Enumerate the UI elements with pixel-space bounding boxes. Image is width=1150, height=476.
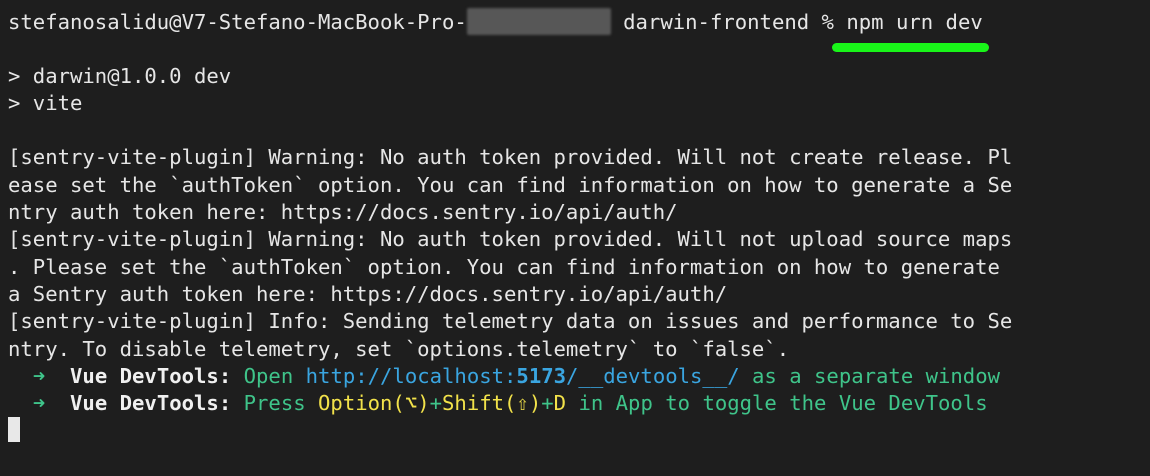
highlighted-command: npm urn dev (832, 9, 989, 53)
url-prefix: http://localhost: (305, 363, 517, 388)
d-key: D (553, 391, 567, 416)
sentry-output-line: [sentry-vite-plugin] Warning: No auth to… (8, 227, 1013, 252)
sentry-output-line: a Sentry auth token here: https://docs.s… (8, 281, 728, 306)
sentry-output-line: ease set the `authToken` option. You can… (8, 172, 1013, 197)
plus-sign: + (429, 391, 443, 416)
arrow-icon: ➜ (32, 363, 46, 388)
prompt-symbol: % (821, 10, 834, 34)
terminal-cursor[interactable] (8, 417, 20, 443)
url-port: 5173 (516, 363, 567, 388)
plus-sign: + (541, 391, 554, 416)
devtools-press-text: Press (243, 391, 306, 416)
url-suffix: /__devtools__/ (566, 363, 740, 388)
devtools-label: Vue DevTools: (70, 363, 232, 388)
cursor-line (8, 417, 1150, 444)
prompt-user-host: stefanosalidu@V7-Stefano-MacBook-Pro- (8, 10, 467, 34)
devtools-url-link[interactable]: http://localhost:5173/__devtools__/ (306, 364, 740, 388)
sentry-output-line: ntry auth token here: https://docs.sentr… (8, 200, 678, 225)
arrow-icon: ➜ (32, 391, 46, 416)
devtools-toggle-line: ➜ Vue DevTools: Press Option(⌥)+Shift(⇧)… (8, 390, 1150, 417)
command-text: npm urn dev (846, 10, 983, 34)
devtools-label: Vue DevTools: (70, 391, 232, 416)
redacted-hostname (466, 8, 611, 35)
sentry-output-line: ntry. To disable telemetry, set `options… (8, 336, 790, 361)
shift-key: Shift(⇧) (442, 391, 542, 416)
prompt-directory: darwin-frontend (623, 10, 810, 34)
option-key: Option(⌥) (318, 391, 430, 416)
npm-output-line: > darwin@1.0.0 dev (8, 63, 232, 88)
npm-output-line: > vite (8, 90, 83, 115)
devtools-open-text: Open (243, 363, 294, 388)
devtools-open-tail: as a separate window (752, 363, 1001, 388)
devtools-toggle-tail: in App to toggle the Vue DevTools (578, 391, 988, 416)
highlight-underline-mark (832, 43, 989, 53)
terminal-window[interactable]: stefanosalidu@V7-Stefano-MacBook-Pro- da… (0, 0, 1150, 476)
sentry-output-line: [sentry-vite-plugin] Warning: No auth to… (8, 145, 1013, 170)
prompt-line: stefanosalidu@V7-Stefano-MacBook-Pro- da… (8, 8, 1150, 53)
devtools-open-line: ➜ Vue DevTools: Open http://localhost:51… (8, 363, 1150, 390)
sentry-output-line: . Please set the `authToken` option. You… (8, 254, 1000, 279)
sentry-output-line: [sentry-vite-plugin] Info: Sending telem… (8, 309, 1013, 334)
